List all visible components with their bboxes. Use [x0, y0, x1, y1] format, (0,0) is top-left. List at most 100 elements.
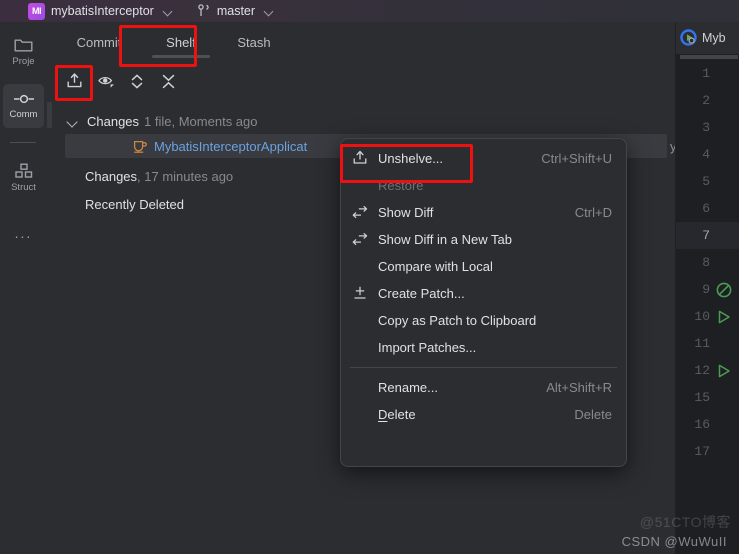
breadcrumb-bar — [680, 55, 738, 59]
watermark-front: CSDN @WuWuII — [621, 534, 727, 549]
changelist-name: Recently Deleted — [85, 196, 184, 212]
line-number: 3 — [702, 120, 710, 135]
tab-label: Shelf — [166, 34, 196, 50]
line-number: 15 — [694, 390, 710, 405]
line-number: 4 — [702, 147, 710, 162]
menu-item-label: Rename... — [378, 380, 438, 395]
unshelve-button[interactable] — [59, 66, 89, 96]
run-disabled-icon[interactable] — [715, 281, 733, 299]
unshelve-icon — [67, 72, 81, 87]
gutter-line: 11 — [676, 330, 739, 357]
gutter-line: 9 — [676, 276, 739, 303]
gutter-marker-empty — [715, 416, 733, 434]
menu-item-show-diff[interactable]: Show Diff Ctrl+D — [341, 199, 626, 226]
spring-boot-run-icon — [680, 29, 698, 47]
sidebar-item-structure[interactable]: Struct — [3, 156, 44, 200]
changelist-meta: 1 file, Moments ago — [144, 113, 258, 129]
menu-item-shortcut: Ctrl+Shift+U — [541, 151, 612, 166]
eye-dropdown-icon — [98, 76, 114, 88]
show-diff-icon — [351, 203, 370, 222]
unshelve-icon — [351, 149, 370, 168]
editor-tab-label: Myb — [702, 31, 726, 45]
menu-item-label: Show Diff in a New Tab — [378, 232, 512, 247]
gutter-line: 16 — [676, 411, 739, 438]
gutter-line: 15 — [676, 384, 739, 411]
gutter-marker-empty — [715, 119, 733, 137]
tab-commit[interactable]: Commit — [60, 22, 138, 62]
chevron-down-icon[interactable] — [264, 6, 275, 17]
menu-item-delete[interactable]: Delete Delete — [341, 401, 626, 428]
changelist-meta: , 17 minutes ago — [137, 168, 234, 184]
tab-label: Commit — [76, 34, 122, 50]
gutter-line: 4 — [676, 141, 739, 168]
sidebar-item-label: Struct — [11, 182, 36, 193]
sidebar-item-project[interactable]: Proje — [3, 30, 44, 74]
run-icon[interactable] — [715, 308, 733, 326]
more-dots-icon[interactable]: ... — [3, 222, 44, 244]
line-number: 6 — [702, 201, 710, 216]
sidebar-item-commit[interactable]: Comm — [3, 84, 44, 128]
menu-item-label: Restore — [378, 178, 424, 193]
preview-diff-button[interactable] — [92, 66, 122, 96]
run-icon[interactable] — [715, 362, 733, 380]
menu-item-unshelve[interactable]: Unshelve... Ctrl+Shift+U — [341, 145, 626, 172]
menu-item-shortcut: Ctrl+D — [574, 205, 612, 220]
collapse-all-button[interactable] — [153, 66, 183, 96]
menu-icon-empty — [351, 338, 370, 357]
folder-icon — [14, 39, 33, 52]
shelf-context-menu: Unshelve... Ctrl+Shift+U Restore Show Diff C… — [340, 138, 627, 467]
line-number: 8 — [702, 255, 710, 270]
editor-pane: Myb 1 2 3 4 5 6 7 8 9 10 11 12 15 16 17 — [675, 22, 739, 554]
vcs-tabs: Commit Shelf Stash — [47, 22, 675, 62]
project-name[interactable]: mybatisInterceptor — [51, 4, 154, 18]
sidebar-item-label: Comm — [9, 109, 38, 120]
gutter-line: 7 — [676, 222, 739, 249]
tab-label: Stash — [237, 34, 271, 50]
chevron-down-icon[interactable] — [66, 115, 79, 128]
gutter-line: 2 — [676, 87, 739, 114]
gutter-line: 1 — [676, 60, 739, 87]
menu-item-label: Create Patch... — [378, 286, 465, 301]
expand-all-icon — [131, 73, 143, 89]
expand-all-button[interactable] — [122, 66, 152, 96]
structure-icon — [14, 163, 32, 178]
gutter-line: 6 — [676, 195, 739, 222]
tab-shelf[interactable]: Shelf — [142, 22, 220, 62]
commit-icon — [13, 94, 34, 104]
chevron-down-icon[interactable] — [163, 6, 174, 17]
menu-item-show-diff-in-a-new-tab[interactable]: Show Diff in a New Tab — [341, 226, 626, 253]
menu-item-import-patches[interactable]: Import Patches... — [341, 334, 626, 361]
ide-window: MI mybatisInterceptor master Proje Comm … — [0, 0, 739, 554]
menu-item-copy-as-patch-to-clipboard[interactable]: Copy as Patch to Clipboard — [341, 307, 626, 334]
menu-separator — [350, 367, 617, 368]
gutter-line: 5 — [676, 168, 739, 195]
menu-item-rename[interactable]: Rename... Alt+Shift+R — [341, 374, 626, 401]
menu-icon-empty — [351, 405, 370, 424]
menu-icon-empty — [351, 176, 370, 195]
menu-item-shortcut: Alt+Shift+R — [546, 380, 612, 395]
line-number: 7 — [702, 228, 710, 243]
menu-icon-empty — [351, 378, 370, 397]
left-tool-window-bar: Proje Comm Struct ... — [0, 22, 48, 554]
branch-widget[interactable]: master — [198, 4, 275, 18]
gutter-marker-empty — [715, 92, 733, 110]
line-number: 12 — [694, 363, 710, 378]
tab-stash[interactable]: Stash — [223, 22, 285, 62]
menu-item-create-patch[interactable]: Create Patch... — [341, 280, 626, 307]
menu-item-shortcut: Delete — [574, 407, 612, 422]
menu-item-compare-with-local[interactable]: Compare with Local — [341, 253, 626, 280]
menu-item-label: Delete — [378, 407, 416, 422]
line-number: 17 — [694, 444, 710, 459]
menu-icon-empty — [351, 311, 370, 330]
gutter-line: 17 — [676, 438, 739, 465]
sidebar-divider — [10, 142, 36, 143]
editor-gutter: 1 2 3 4 5 6 7 8 9 10 11 12 15 16 17 — [676, 60, 739, 554]
line-number: 9 — [702, 282, 710, 297]
project-badge-icon: MI — [28, 2, 45, 20]
menu-item-restore: Restore — [341, 172, 626, 199]
java-class-icon — [132, 139, 147, 154]
watermark-back: @51CTO博客 — [639, 514, 731, 530]
tree-row[interactable]: Changes 1 file, Moments ago — [47, 109, 675, 133]
gutter-marker-empty — [715, 65, 733, 83]
editor-tab[interactable]: Myb — [676, 22, 739, 54]
